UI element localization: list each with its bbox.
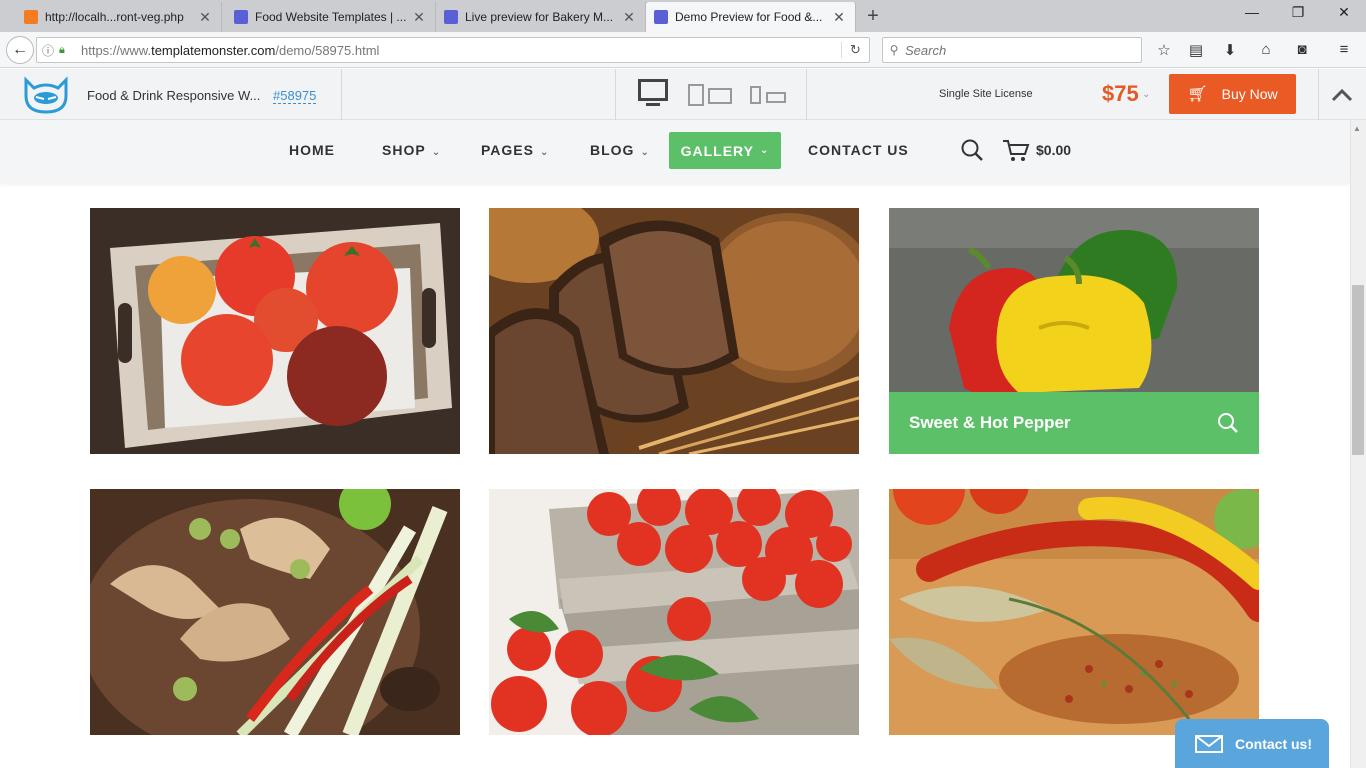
menu-icon[interactable]: ≡ [1334, 41, 1354, 61]
chevron-down-icon[interactable]: ⌄ [1142, 89, 1150, 100]
template-id-link[interactable]: #58975 [273, 88, 317, 104]
tomato-crates-image [489, 489, 859, 735]
reload-icon[interactable]: ↻ [841, 42, 869, 58]
tab-title: Demo Preview for Food &... [675, 10, 823, 24]
collapse-bar-button[interactable] [1318, 69, 1366, 120]
contact-us-widget[interactable]: Contact us! [1175, 719, 1329, 768]
close-icon[interactable]: ✕ [197, 9, 213, 26]
caption-title: Sweet & Hot Pepper [909, 413, 1071, 432]
reading-list-icon[interactable]: ▤ [1186, 41, 1206, 61]
mobile-view-icon[interactable] [750, 86, 790, 106]
tomatoes-tray-image [90, 208, 460, 454]
browser-tab-bar: http://localh...ront-veg.php ✕ Food Webs… [0, 0, 1366, 32]
tab-title: http://localh...ront-veg.php [45, 10, 184, 24]
chevron-down-icon: ⌄ [431, 147, 442, 158]
lock-icon: 🔒︎ [59, 43, 65, 56]
divider [341, 69, 342, 120]
nav-gallery[interactable]: GALLERY ⌄ [669, 132, 781, 169]
nav-contact-us[interactable]: CONTACT US [808, 142, 909, 158]
restore-icon[interactable]: ❐ [1288, 4, 1308, 21]
nav-blog[interactable]: BLOG ⌄ [590, 142, 650, 158]
demo-preview-bar: Food & Drink Responsive W... #58975 Sing… [0, 69, 1366, 120]
info-icon[interactable]: ⓘ [37, 42, 59, 59]
cart-icon[interactable] [1002, 138, 1030, 162]
license-type[interactable]: Single Site License [939, 88, 1033, 100]
gallery-item[interactable] [90, 208, 460, 454]
template-price[interactable]: $75 [1102, 81, 1139, 107]
url-host: templatemonster.com [151, 42, 276, 58]
xampp-icon [24, 10, 38, 24]
browser-search-input[interactable] [905, 42, 1125, 58]
bookmark-star-icon[interactable]: ☆ [1154, 41, 1174, 61]
gallery-item[interactable] [889, 489, 1259, 735]
divider [806, 69, 807, 120]
search-icon[interactable] [960, 138, 984, 162]
browser-tab-active[interactable]: Demo Preview for Food &... ✕ [646, 2, 856, 32]
gallery-item[interactable] [90, 489, 460, 735]
browser-search-box[interactable]: ⚲ [882, 37, 1142, 63]
cart-total[interactable]: $0.00 [1036, 142, 1071, 158]
contact-label: Contact us! [1235, 735, 1312, 752]
url-bar[interactable]: ⓘ 🔒︎ https://www.templatemonster.com/dem… [36, 37, 870, 63]
url-path: /demo/58975.html [275, 42, 380, 58]
cart-icon: 🛒︎ [1187, 86, 1208, 103]
buy-now-button[interactable]: 🛒︎ Buy Now [1169, 74, 1296, 114]
close-icon[interactable]: ✕ [621, 9, 637, 26]
templatemonster-logo[interactable] [20, 76, 72, 114]
search-icon[interactable] [1217, 412, 1239, 434]
template-name: Food & Drink Responsive W... [87, 88, 261, 103]
arrow-left-icon: ← [12, 41, 28, 58]
gallery-item-hovered[interactable]: Sweet & Hot Pepper [889, 208, 1259, 454]
browser-toolbar: ← ⓘ 🔒︎ https://www.templatemonster.com/d… [0, 32, 1366, 68]
nav-pages[interactable]: PAGES ⌄ [481, 142, 549, 158]
url-text[interactable]: https://www.templatemonster.com/demo/589… [75, 43, 841, 58]
tab-title: Live preview for Bakery M... [465, 10, 614, 24]
close-icon[interactable]: ✕ [831, 9, 847, 26]
close-icon[interactable]: ✕ [411, 9, 427, 26]
nav-label: HOME [289, 142, 335, 158]
buy-now-label: Buy Now [1221, 86, 1278, 102]
url-prefix: https://www. [81, 42, 152, 58]
ginger-lemongrass-image [90, 489, 460, 735]
gallery-item[interactable] [489, 489, 859, 735]
nav-label: SHOP [382, 142, 426, 158]
templatemonster-icon [234, 10, 248, 24]
nav-shop[interactable]: SHOP ⌄ [382, 142, 441, 158]
pocket-icon[interactable]: ◙ [1292, 41, 1312, 61]
gallery-caption[interactable]: Sweet & Hot Pepper [889, 392, 1259, 454]
templatemonster-icon [444, 10, 458, 24]
chevron-down-icon: ⌄ [759, 145, 770, 156]
window-close-icon[interactable]: ✕ [1334, 4, 1354, 21]
home-icon[interactable]: ⌂ [1256, 41, 1276, 61]
chevron-down-icon: ⌄ [539, 147, 550, 158]
tablet-view-icon[interactable] [688, 84, 734, 106]
new-tab-button[interactable]: + [862, 5, 884, 28]
nav-label: GALLERY [680, 142, 754, 159]
scroll-up-icon[interactable]: ▲ [1353, 124, 1361, 133]
back-button[interactable]: ← [6, 36, 34, 64]
site-navigation: HOME SHOP ⌄ PAGES ⌄ BLOG ⌄ GALLERY ⌄ CONTACT… [0, 120, 1350, 183]
search-icon: ⚲ [889, 43, 899, 57]
divider [615, 69, 616, 120]
scrollbar-thumb[interactable] [1352, 285, 1364, 455]
templatemonster-icon [654, 10, 668, 24]
browser-tab[interactable]: Food Website Templates | ... ✕ [226, 2, 436, 32]
browser-tab[interactable]: Live preview for Bakery M... ✕ [436, 2, 646, 32]
rye-bread-image [489, 208, 859, 454]
browser-tab[interactable]: http://localh...ront-veg.php ✕ [16, 2, 222, 32]
minimize-icon[interactable]: — [1242, 4, 1262, 20]
gallery-item[interactable] [489, 208, 859, 454]
tab-title: Food Website Templates | ... [255, 10, 407, 24]
nav-home[interactable]: HOME [289, 142, 335, 158]
chili-spices-image [889, 489, 1259, 735]
nav-label: PAGES [481, 142, 534, 158]
desktop-view-icon[interactable] [638, 79, 668, 111]
envelope-icon [1195, 734, 1223, 753]
chevron-up-icon [1331, 88, 1353, 101]
nav-label: BLOG [590, 142, 635, 158]
nav-label: CONTACT US [808, 142, 909, 158]
chevron-down-icon: ⌄ [640, 147, 650, 158]
download-icon[interactable]: ⬇ [1220, 41, 1240, 61]
